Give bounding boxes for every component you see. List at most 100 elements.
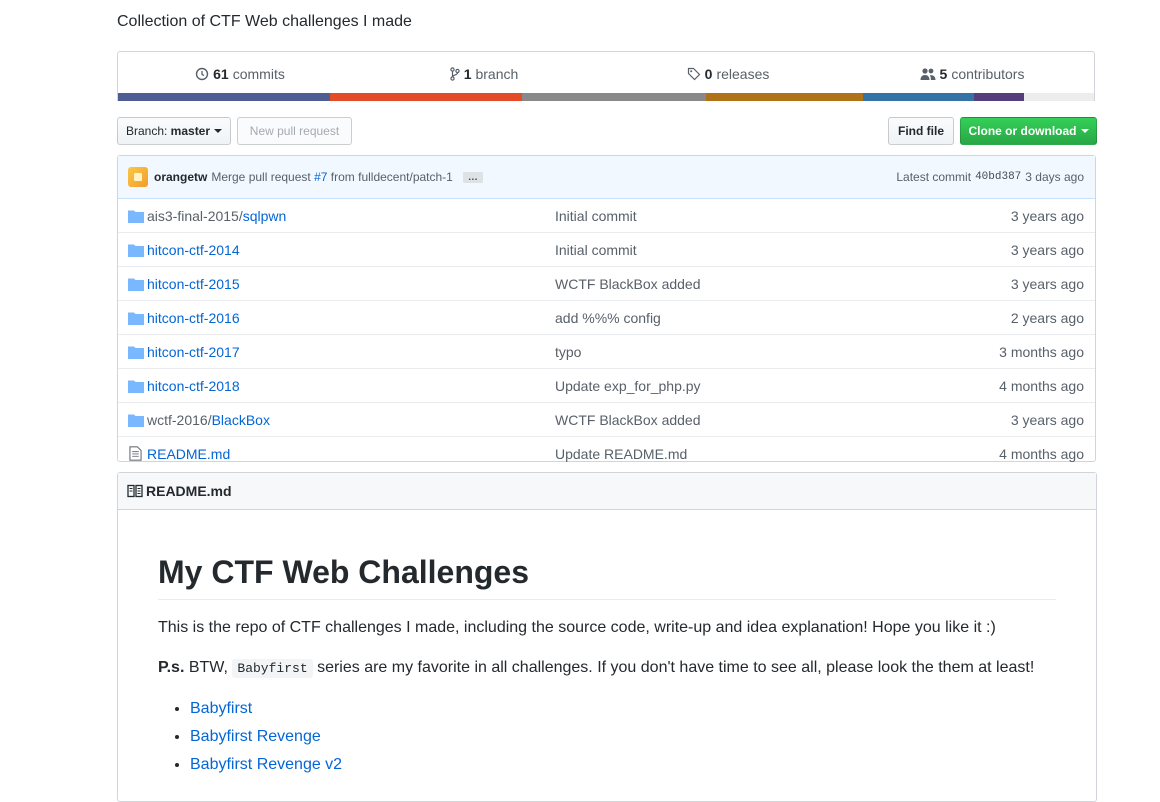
caret-down-icon — [214, 129, 223, 133]
language-segment[interactable] — [974, 93, 1024, 101]
commits-count: 61 — [213, 66, 229, 82]
contributors-count: 5 — [939, 66, 948, 82]
list-item: Babyfirst — [190, 695, 1056, 723]
file-name: hitcon-ctf-2017 — [147, 344, 240, 360]
branches-label: branch — [475, 66, 519, 82]
file-name: hitcon-ctf-2015 — [147, 276, 240, 292]
contributors-label: contributors — [951, 66, 1025, 82]
readme-panel: README.md My CTF Web Challenges This is … — [117, 472, 1097, 802]
file-list: ais3-final-2015/sqlpwn Initial commit 3 ye… — [118, 199, 1095, 470]
latest-commit-bar: orangetw Merge pull request #7 from full… — [118, 156, 1095, 199]
branch-select-button[interactable]: Branch: master — [117, 117, 231, 145]
commits-label: commits — [232, 66, 285, 82]
list-item: Babyfirst Revenge v2 — [190, 751, 1056, 779]
commit-message[interactable]: Initial commit — [555, 242, 637, 258]
tag-icon — [687, 67, 700, 81]
table-row: hitcon-ctf-2016 add %%% config 2 years ago — [118, 300, 1095, 334]
branch-prefix: Branch: — [125, 124, 168, 138]
table-row: ais3-final-2015/sqlpwn Initial commit 3 ye… — [118, 199, 1095, 232]
ps-label: P.s. — [158, 659, 185, 676]
challenge-link[interactable]: Babyfirst Revenge — [190, 728, 321, 745]
branches-link[interactable]: 1 branch — [362, 66, 606, 82]
commit-age: 3 years ago — [1010, 411, 1084, 428]
challenge-link[interactable]: Babyfirst Revenge v2 — [190, 756, 342, 773]
file-name: hitcon-ctf-2018 — [147, 378, 240, 394]
commit-message-prefix[interactable]: Merge pull request — [211, 170, 310, 184]
history-icon — [195, 67, 209, 81]
table-row: hitcon-ctf-2018 Update exp_for_php.py 4 mo… — [118, 368, 1095, 402]
commit-message[interactable]: Initial commit — [555, 208, 637, 224]
repo-description: Collection of CTF Web challenges I made — [117, 13, 412, 30]
language-segment[interactable] — [118, 93, 330, 101]
folder-icon — [128, 346, 144, 359]
commit-age: 3 years ago — [1010, 241, 1084, 258]
list-item: Babyfirst Revenge — [190, 723, 1056, 751]
file-link[interactable]: hitcon-ctf-2016 — [147, 310, 240, 326]
branch-name: master — [170, 124, 211, 138]
file-link[interactable]: README.md — [147, 446, 230, 462]
latest-commit-info: Latest commit 40bd387 3 days ago — [896, 156, 1084, 198]
expand-commit-button[interactable]: … — [462, 171, 483, 183]
commit-message[interactable]: add %%% config — [555, 310, 661, 326]
pull-request-link[interactable]: #7 — [314, 170, 327, 184]
commit-message[interactable]: WCTF BlackBox added — [555, 276, 701, 292]
table-row: hitcon-ctf-2017 typo 3 months ago — [118, 334, 1095, 368]
commit-sha[interactable]: 40bd387 — [975, 171, 1021, 183]
language-segment[interactable] — [1024, 93, 1094, 101]
file-path-prefix[interactable]: wctf-2016/ — [147, 412, 212, 428]
commit-message[interactable]: typo — [555, 344, 581, 360]
commit-author[interactable]: orangetw — [154, 170, 207, 184]
file-link[interactable]: hitcon-ctf-2018 — [147, 378, 240, 394]
file-link[interactable]: hitcon-ctf-2017 — [147, 344, 240, 360]
branches-count: 1 — [463, 66, 472, 82]
releases-label: releases — [716, 66, 770, 82]
commits-link[interactable]: 61 commits — [118, 66, 362, 82]
language-segment[interactable] — [863, 93, 974, 101]
folder-icon — [128, 244, 144, 257]
file-link[interactable]: hitcon-ctf-2015 — [147, 276, 240, 292]
caret-down-icon — [1080, 129, 1089, 133]
commit-message[interactable]: Update README.md — [555, 446, 687, 462]
find-file-button[interactable]: Find file — [888, 117, 954, 145]
contributors-link[interactable]: 5 contributors — [850, 66, 1094, 82]
new-pull-request-button[interactable]: New pull request — [237, 117, 352, 145]
releases-count: 0 — [704, 66, 713, 82]
file-link[interactable]: hitcon-ctf-2014 — [147, 242, 240, 258]
releases-link[interactable]: 0 releases — [606, 66, 850, 82]
folder-icon — [128, 380, 144, 393]
file-path-prefix[interactable]: ais3-final-2015/ — [147, 208, 243, 224]
challenge-list: Babyfirst Babyfirst Revenge Babyfirst Re… — [158, 695, 1056, 779]
file-name: ais3-final-2015/sqlpwn — [147, 208, 286, 224]
file-name: wctf-2016/BlackBox — [147, 412, 270, 428]
file-link[interactable]: sqlpwn — [243, 208, 287, 224]
readme-ps: P.s. BTW, Babyfirst series are my favori… — [158, 656, 1056, 681]
clone-download-label: Clone or download — [968, 124, 1077, 138]
avatar[interactable] — [128, 167, 148, 187]
ps-after: series are my favorite in all challenges… — [312, 659, 1035, 676]
challenge-link[interactable]: Babyfirst — [190, 700, 252, 717]
folder-icon — [128, 414, 144, 427]
language-segment[interactable] — [706, 93, 863, 101]
file-link[interactable]: BlackBox — [212, 412, 270, 428]
table-row: wctf-2016/BlackBox WCTF BlackBox added 3 y… — [118, 402, 1095, 436]
clone-download-button[interactable]: Clone or download — [960, 117, 1097, 145]
commit-message-suffix[interactable]: from fulldecent/patch-1 — [331, 170, 453, 184]
commit-message[interactable]: WCTF BlackBox added — [555, 412, 701, 428]
commit-message[interactable]: Update exp_for_php.py — [555, 378, 701, 394]
language-segment[interactable] — [522, 93, 706, 101]
language-segment[interactable] — [330, 93, 522, 101]
file-name: hitcon-ctf-2016 — [147, 310, 240, 326]
commit-age: 3 months ago — [999, 343, 1084, 360]
commit-age: 4 months ago — [999, 445, 1084, 462]
folder-icon — [128, 312, 144, 325]
book-icon — [127, 484, 143, 498]
language-bar[interactable] — [118, 93, 1094, 101]
ps-code: Babyfirst — [232, 659, 313, 678]
file-name: hitcon-ctf-2014 — [147, 242, 240, 258]
commit-age: 3 days ago — [1025, 170, 1084, 184]
repo-summary: 61 commits 1 branch 0 releases 5 contrib… — [117, 51, 1095, 101]
file-table: orangetw Merge pull request #7 from full… — [117, 155, 1096, 462]
readme-filename: README.md — [146, 483, 232, 499]
latest-commit-label: Latest commit — [896, 170, 972, 184]
commit-age: 3 years ago — [1010, 207, 1084, 224]
